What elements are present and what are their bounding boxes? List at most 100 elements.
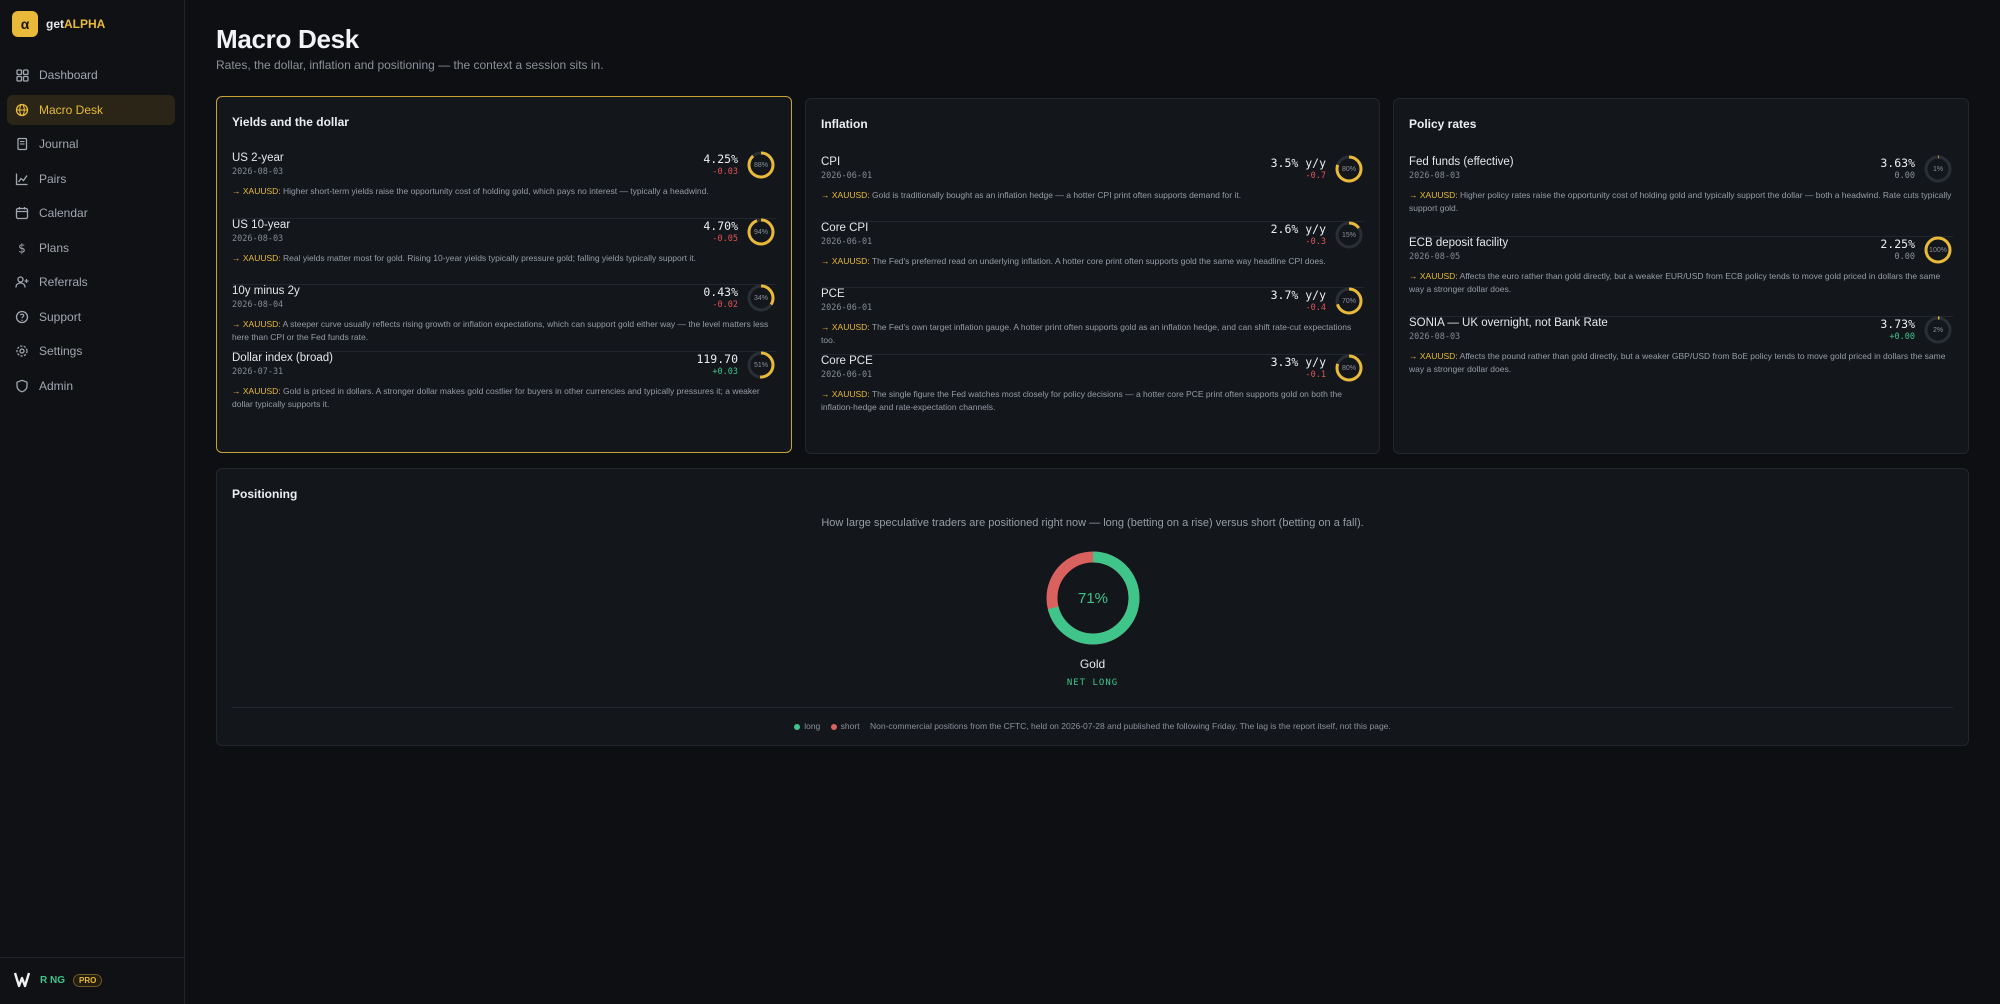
sidebar-item-dashboard[interactable]: Dashboard [7, 60, 175, 90]
indicator-name: SONIA — UK overnight, not Bank Rate [1409, 317, 1608, 329]
indicator-note: → XAUUSD: Higher short-term yields raise… [232, 186, 709, 196]
indicator-name: ECB deposit facility [1409, 237, 1509, 249]
sidebar-item-referrals[interactable]: Referrals [7, 267, 175, 297]
cftc-note: Non-commercial positions from the CFTC, … [869, 721, 1391, 731]
shield-icon [15, 379, 29, 393]
xauusd-tag: → XAUUSD: [232, 386, 281, 396]
indicator-name: US 2-year [232, 152, 284, 164]
indicator-change: -0.3 [1305, 237, 1326, 247]
xauusd-tag: → XAUUSD: [821, 322, 870, 332]
card-yields-dollar[interactable]: Yields and the dollar US 2-year 2026-08-0… [216, 96, 792, 453]
positioning-footer: long short Non-commercial positions from… [217, 721, 1968, 731]
indicator-change: -0.1 [1305, 370, 1326, 380]
legend-long: long [794, 721, 820, 731]
sidebar-item-label: Macro Desk [39, 102, 104, 117]
xauusd-tag: → XAUUSD: [232, 186, 281, 196]
indicator-list: CPI 2026-06-01 3.5% y/y -0.7 80% → XAUUSD: Go… [821, 155, 1364, 422]
indicator-row[interactable]: US 10-year 2026-08-03 4.70% -0.05 94% → XAUUS… [232, 217, 776, 285]
indicator-name: 10y minus 2y [232, 285, 300, 297]
xauusd-tag: → XAUUSD: [1409, 190, 1458, 200]
help-circle-icon [15, 310, 29, 324]
sidebar-item-macro-desk[interactable]: Macro Desk [7, 94, 175, 125]
divider [232, 707, 1953, 708]
indicator-row[interactable]: SONIA — UK overnight, not Bank Rate 2026-… [1409, 316, 1953, 392]
percentile-gauge: 94% [746, 217, 776, 247]
long-dot-icon [794, 723, 801, 730]
indicator-value: 4.25% [703, 152, 738, 166]
indicator-note: → XAUUSD: Gold is priced in dollars. A s… [232, 386, 760, 409]
indicator-name: PCE [821, 288, 845, 300]
indicator-row[interactable]: PCE 2026-06-01 3.7% y/y -0.4 70% → XAUUSD: Th… [821, 286, 1364, 355]
indicator-row[interactable]: Dollar index (broad) 2026-07-31 119.70 +0.0… [232, 351, 776, 418]
indicator-value: 3.7% y/y [1270, 288, 1326, 302]
xauusd-tag: → XAUUSD: [232, 253, 281, 263]
indicator-row[interactable]: US 2-year 2026-08-03 4.25% -0.03 88% → XAUUSD… [232, 150, 776, 219]
sidebar-item-calendar[interactable]: Calendar [7, 198, 175, 228]
indicator-date: 2026-08-04 [232, 300, 284, 310]
indicator-name: US 10-year [232, 219, 291, 231]
sidebar-item-plans[interactable]: $ Plans [7, 233, 175, 263]
user-profile[interactable]: R NG PRO [12, 970, 103, 990]
gauge-label: 70% [1341, 297, 1356, 305]
card-positioning[interactable]: Positioning How large speculative trader… [216, 468, 1969, 746]
indicator-value: 3.73% [1880, 317, 1915, 331]
indicator-value: 119.70 [696, 352, 738, 366]
gauge-label: 2% [1932, 326, 1944, 334]
indicator-note: → XAUUSD: Gold is traditionally bought a… [821, 190, 1242, 200]
indicator-date: 2026-06-01 [821, 303, 873, 313]
xauusd-tag: → XAUUSD: [1409, 271, 1458, 281]
card-title: Policy rates [1409, 117, 1477, 131]
indicator-change: -0.4 [1305, 303, 1326, 313]
indicator-date: 2026-08-03 [232, 167, 284, 177]
indicator-note: → XAUUSD: Real yields matter most for go… [232, 253, 696, 263]
percentile-gauge: 15% [1334, 220, 1364, 250]
gauge-label: 100% [1929, 246, 1947, 254]
sidebar-item-journal[interactable]: Journal [7, 129, 175, 159]
legend-short: short [830, 721, 860, 731]
book-icon [15, 137, 29, 151]
indicator-row[interactable]: ECB deposit facility 2026-08-05 2.25% 0.00 1… [1409, 236, 1953, 317]
indicator-note: → XAUUSD: Affects the pound rather than … [1409, 351, 1946, 374]
indicator-row[interactable]: Core CPI 2026-06-01 2.6% y/y -0.3 15% → XAUUS… [821, 220, 1364, 288]
brand-logo[interactable]: α getALPHA [12, 11, 105, 37]
percentile-gauge: 34% [746, 283, 776, 313]
indicator-value: 4.70% [703, 219, 738, 233]
indicator-date: 2026-08-03 [1409, 332, 1461, 342]
positioning-donut: 71% [1045, 550, 1141, 646]
xauusd-tag: → XAUUSD: [821, 389, 870, 399]
sidebar-item-admin[interactable]: Admin [7, 371, 175, 401]
globe-icon [15, 103, 29, 117]
sidebar-nav: Dashboard Macro Desk Journal Pairs Calendar $… [7, 60, 175, 405]
sidebar-item-label: Pairs [39, 171, 67, 186]
card-inflation[interactable]: Inflation CPI 2026-06-01 3.5% y/y -0.7 80% → … [805, 98, 1380, 454]
indicator-name: Core CPI [821, 222, 869, 234]
indicator-date: 2026-06-01 [821, 171, 873, 181]
card-policy-rates[interactable]: Policy rates Fed funds (effective) 2026-0… [1393, 98, 1969, 454]
indicator-row[interactable]: CPI 2026-06-01 3.5% y/y -0.7 80% → XAUUSD: Go… [821, 155, 1364, 222]
sidebar-item-label: Calendar [39, 206, 88, 220]
indicator-date: 2026-07-31 [232, 367, 284, 377]
sidebar-item-label: Journal [39, 137, 79, 151]
indicator-row[interactable]: Core PCE 2026-06-01 3.3% y/y -0.1 80% → XAUUS… [821, 354, 1364, 422]
sidebar-item-settings[interactable]: Settings [7, 336, 175, 366]
indicator-row[interactable]: 10y minus 2y 2026-08-04 0.43% -0.02 34% → XAU… [232, 283, 776, 352]
user-name: R NG [40, 974, 65, 986]
sidebar-item-label: Dashboard [39, 68, 98, 82]
indicator-date: 2026-08-05 [1409, 252, 1461, 262]
indicator-row[interactable]: Fed funds (effective) 2026-08-03 3.63% 0.00… [1409, 155, 1953, 237]
indicator-value: 3.5% y/y [1270, 156, 1326, 170]
indicator-note: → XAUUSD: Affects the euro rather than g… [1409, 271, 1941, 294]
sidebar-item-label: Referrals [39, 275, 88, 289]
indicator-value: 3.3% y/y [1270, 355, 1326, 369]
indicator-note: → XAUUSD: The single figure the Fed watc… [821, 389, 1342, 412]
sidebar-item-label: Plans [39, 240, 70, 255]
gauge-label: 34% [753, 294, 768, 302]
indicator-change: 0.00 [1894, 252, 1915, 262]
percentile-gauge: 88% [746, 150, 776, 180]
asset-name: Gold [1079, 657, 1106, 671]
indicator-value: 2.25% [1880, 237, 1915, 251]
sidebar-item-pairs[interactable]: Pairs [7, 164, 175, 194]
percentile-gauge: 70% [1334, 286, 1364, 316]
sidebar-item-support[interactable]: Support [7, 302, 175, 332]
sidebar-item-label: Settings [39, 344, 83, 358]
